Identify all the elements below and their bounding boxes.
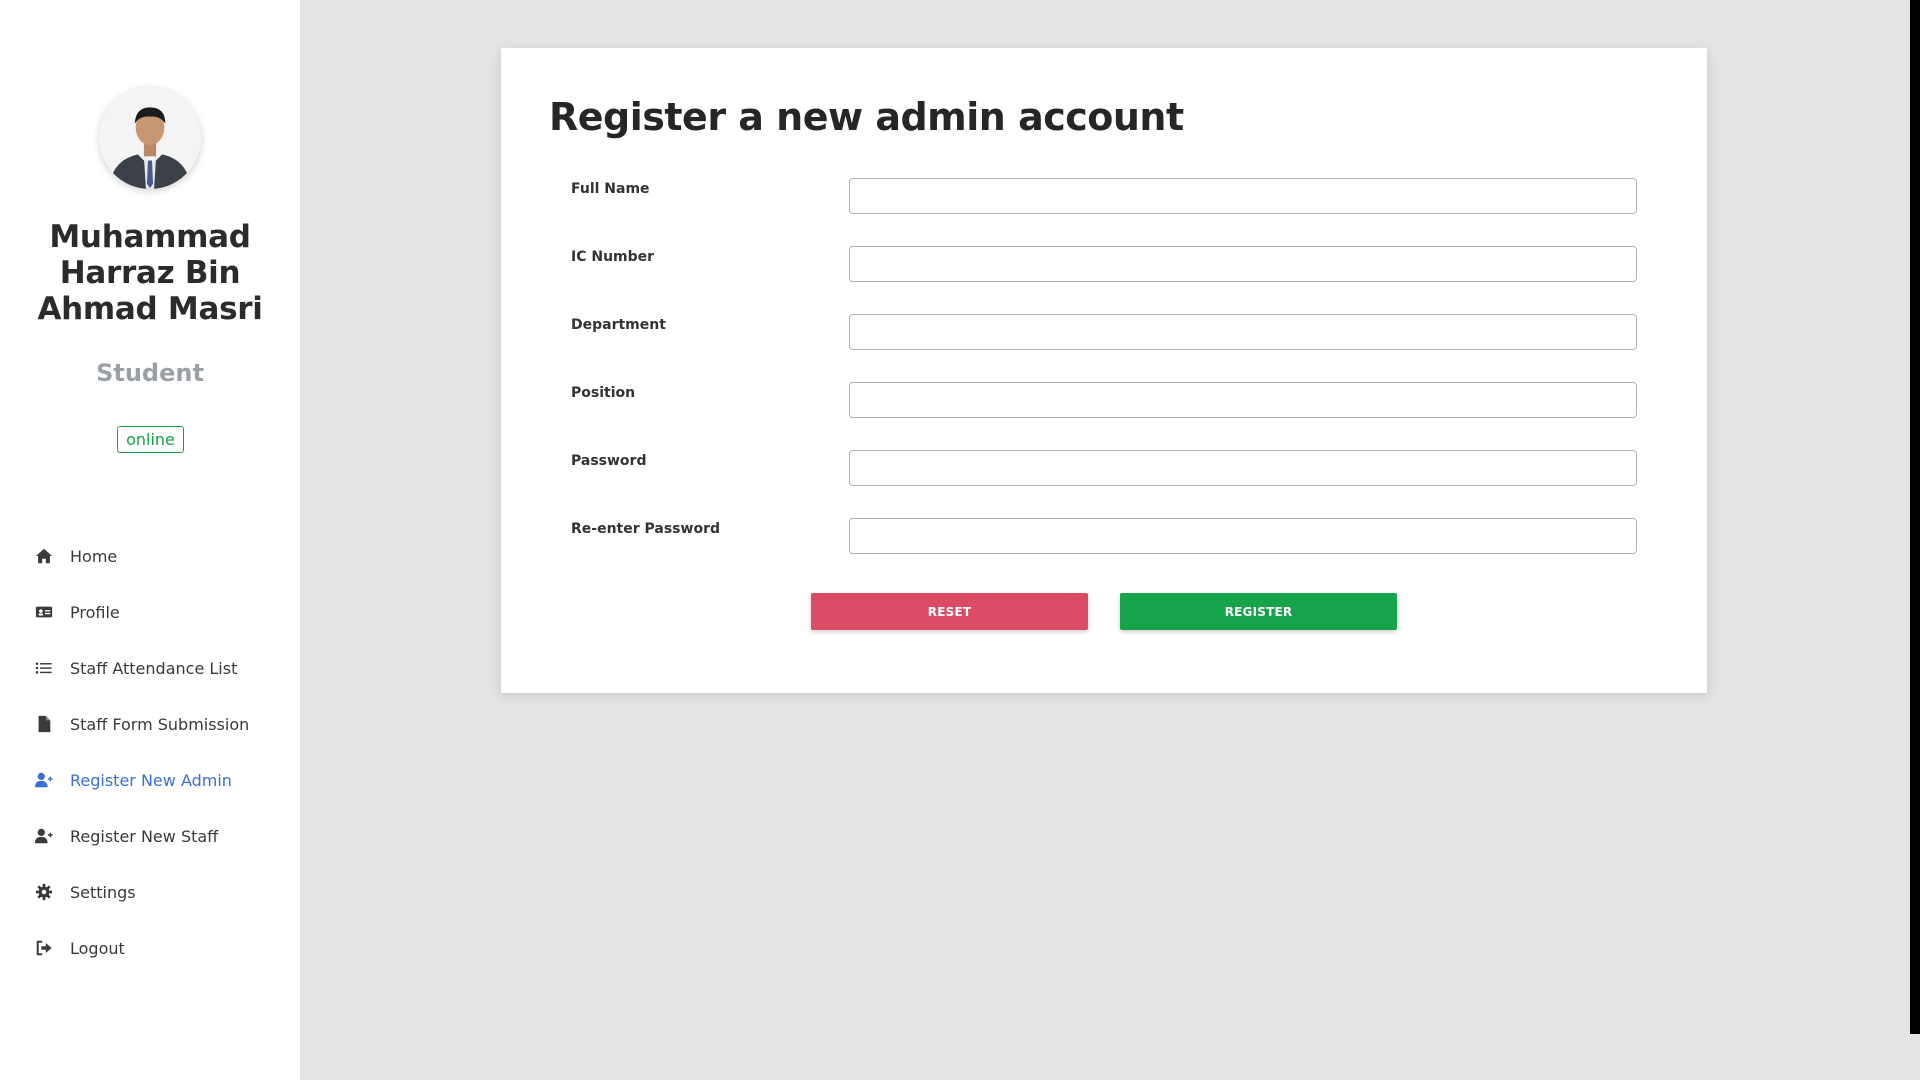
file-icon (34, 714, 54, 734)
register-admin-form-card: Register a new admin account Full Name I… (501, 48, 1707, 693)
sidebar-item-label: Staff Attendance List (70, 658, 238, 678)
form-row-department: Department (501, 314, 1707, 354)
user-plus-icon (34, 826, 54, 846)
reenter-password-field[interactable] (849, 518, 1637, 554)
user-name: Muhammad Harraz Bin Ahmad Masri (37, 219, 263, 327)
department-label: Department (571, 317, 666, 333)
scrollbar[interactable] (1910, 0, 1920, 1080)
sidebar-item-label: Register New Staff (70, 826, 219, 846)
status-badge: online (117, 426, 184, 453)
password-label: Password (571, 453, 647, 469)
form-row-full-name: Full Name (501, 178, 1707, 218)
full-name-field[interactable] (849, 178, 1637, 214)
scrollbar-thumb[interactable] (1910, 0, 1920, 1034)
sidebar-item-label: Staff Form Submission (70, 714, 250, 734)
form-row-ic-number: IC Number (501, 246, 1707, 286)
sidebar-item-home[interactable]: Home (0, 528, 300, 584)
department-field[interactable] (849, 314, 1637, 350)
sidebar-item-label: Profile (70, 602, 120, 622)
user-role: Student (96, 359, 204, 387)
sidebar: Muhammad Harraz Bin Ahmad Masri Student … (0, 0, 300, 1080)
home-icon (34, 546, 54, 566)
sidebar-item-logout[interactable]: Logout (0, 920, 300, 976)
list-icon (34, 658, 54, 678)
register-button[interactable]: REGISTER (1120, 593, 1397, 630)
id-card-icon (34, 602, 54, 622)
ic-number-label: IC Number (571, 249, 655, 265)
avatar (99, 87, 201, 189)
sidebar-item-staff-attendance-list[interactable]: Staff Attendance List (0, 640, 300, 696)
sidebar-item-register-new-admin[interactable]: Register New Admin (0, 752, 300, 808)
form-row-position: Position (501, 382, 1707, 422)
form-row-password: Password (501, 450, 1707, 490)
full-name-label: Full Name (571, 181, 650, 197)
sidebar-item-staff-form-submission[interactable]: Staff Form Submission (0, 696, 300, 752)
password-field[interactable] (849, 450, 1637, 486)
user-plus-icon (34, 770, 54, 790)
sidebar-item-settings[interactable]: Settings (0, 864, 300, 920)
sidebar-item-label: Settings (70, 882, 136, 902)
user-photo-icon (99, 87, 201, 189)
position-label: Position (571, 385, 636, 401)
page-title: Register a new admin account (549, 95, 1184, 139)
sidebar-item-label: Home (70, 546, 118, 566)
position-field[interactable] (849, 382, 1637, 418)
gear-icon (34, 882, 54, 902)
reset-button[interactable]: RESET (811, 593, 1088, 630)
sidebar-item-label: Register New Admin (70, 770, 232, 790)
sidebar-nav: Home Profile Staff Attendance List Staff… (0, 528, 300, 976)
sidebar-item-label: Logout (70, 938, 125, 958)
sidebar-item-profile[interactable]: Profile (0, 584, 300, 640)
reenter-password-label: Re-enter Password (571, 521, 720, 537)
sidebar-item-register-new-staff[interactable]: Register New Staff (0, 808, 300, 864)
ic-number-field[interactable] (849, 246, 1637, 282)
sign-out-icon (34, 938, 54, 958)
form-row-reenter-password: Re-enter Password (501, 518, 1707, 558)
